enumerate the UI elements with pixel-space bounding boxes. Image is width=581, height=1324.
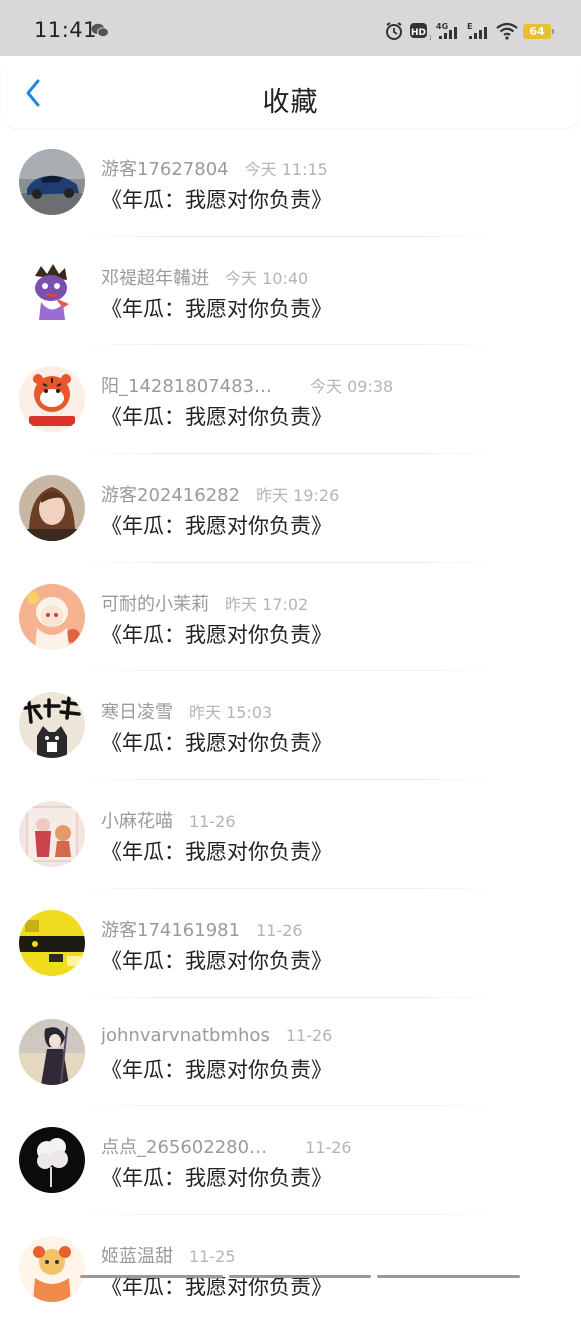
item-meta: 阳_14281807483… 今天 09:38 [101,372,393,398]
colorful-cartoon-avatar[interactable] [19,1235,85,1302]
list-item[interactable]: 点点_265602280… 11-26 《年瓜：我愿对你负责》 [0,1106,581,1215]
wifi-icon [496,22,518,40]
item-title[interactable]: 《年瓜：我愿对你负责》 [101,184,332,214]
item-title[interactable]: 《年瓜：我愿对你负责》 [101,1162,332,1192]
item-meta: 姬蓝温甜 11-25 [101,1242,236,1268]
status-icons: HD 1 4G E 64 [384,20,554,42]
list-item[interactable]: 可耐的小茉莉 昨天 17:02 《年瓜：我愿对你负责》 [0,563,581,672]
battery-level: 64 [529,24,545,38]
item-title[interactable]: 《年瓜：我愿对你负责》 [101,945,332,975]
battery-icon: 64 [523,23,554,39]
item-title[interactable]: 《年瓜：我愿对你负责》 [101,619,332,649]
yellow-scene-avatar[interactable] [19,909,85,976]
status-bar: 11:41 HD 1 4G E 64 [0,0,581,56]
list-item[interactable]: 游客174161981 11-26 《年瓜：我愿对你负责》 [0,889,581,998]
username[interactable]: 点点_265602280… [101,1133,267,1159]
hd-icon: HD 1 [409,21,431,41]
timestamp: 11-26 [305,1138,352,1158]
item-meta: 寒日凌雪 昨天 15:03 [101,698,272,724]
gesture-bar [80,1275,521,1278]
cartoon-monster-avatar[interactable] [19,257,85,324]
cat-calligraphy-avatar[interactable] [19,692,85,759]
username[interactable]: 游客202416282 [101,481,240,507]
svg-text:E: E [467,22,472,31]
username[interactable]: johnvarvnatbmhos [101,1025,270,1046]
username[interactable]: 姬蓝温甜 [101,1242,173,1268]
username[interactable]: 邓禔超年韛逬 [101,264,209,290]
gesture-bar-segment [228,1275,372,1278]
item-meta: 小麻花喵 11-26 [101,807,236,833]
anime-girl-avatar[interactable] [19,583,85,650]
car-avatar[interactable] [19,149,85,215]
item-title[interactable]: 《年瓜：我愿对你负责》 [101,510,332,540]
item-meta: 游客17627804 今天 11:15 [101,155,328,181]
item-title[interactable]: 《年瓜：我愿对你负责》 [101,836,332,866]
favorites-list: 游客17627804 今天 11:15 《年瓜：我愿对你负责》 邓禔超年韛逬 今… [0,128,581,1324]
list-item[interactable]: 姬蓝温甜 11-25 《年瓜：我愿对你负责》 [0,1215,581,1324]
timestamp: 11-26 [285,1025,333,1045]
username[interactable]: 游客174161981 [101,916,240,942]
signal-e-icon: E [467,21,491,41]
tiger-avatar[interactable] [19,366,85,433]
dark-anime-avatar[interactable] [19,1018,85,1085]
timestamp: 11-26 [189,812,236,832]
status-time: 11:41 [34,18,98,42]
white-cloud-avatar[interactable] [19,1127,85,1194]
timestamp: 昨天 15:03 [189,703,273,723]
username[interactable]: 阳_14281807483… [101,372,272,398]
timestamp: 11-26 [256,920,303,940]
item-meta: 可耐的小茉莉 昨天 17:02 [101,590,308,616]
svg-text:HD: HD [411,28,426,38]
item-meta: 邓禔超年韛逬 今天 10:40 [101,264,308,290]
timestamp: 昨天 17:02 [225,594,309,614]
list-item[interactable]: 游客202416282 昨天 19:26 《年瓜：我愿对你负责》 [0,454,581,563]
list-item[interactable]: 邓禔超年韛逬 今天 10:40 《年瓜：我愿对你负责》 [0,237,581,346]
list-item[interactable]: 游客17627804 今天 11:15 《年瓜：我愿对你负责》 [0,128,581,237]
username[interactable]: 游客17627804 [101,155,229,181]
page-title: 收藏 [262,87,319,118]
item-meta: 游客174161981 11-26 [101,916,303,942]
timestamp: 今天 09:38 [309,377,394,397]
item-title[interactable]: 《年瓜：我愿对你负责》 [101,1054,332,1084]
item-meta: 点点_265602280… 11-26 [101,1133,352,1159]
illustration-avatar[interactable] [19,801,85,868]
gesture-bar-segment [377,1275,521,1278]
timestamp: 11-25 [189,1246,236,1266]
svg-text:1: 1 [429,35,431,41]
list-item[interactable]: 寒日凌雪 昨天 15:03 《年瓜：我愿对你负责》 [0,671,581,781]
alarm-icon [384,21,404,41]
item-title[interactable]: 《年瓜：我愿对你负责》 [101,293,332,323]
wechat-icon [91,23,109,38]
gesture-bar-segment [80,1275,223,1278]
username[interactable]: 小麻花喵 [101,807,173,833]
header: 收藏 [2,56,579,128]
item-meta: 游客202416282 昨天 19:26 [101,481,339,507]
item-title[interactable]: 《年瓜：我愿对你负责》 [101,401,332,431]
list-item[interactable]: 阳_14281807483… 今天 09:38 《年瓜：我愿对你负责》 [0,345,581,455]
timestamp: 今天 11:15 [244,160,328,179]
item-title[interactable]: 《年瓜：我愿对你负责》 [101,727,332,757]
signal-4g-icon: 4G [436,21,462,41]
item-meta: johnvarvnatbmhos 11-26 [101,1025,332,1046]
username[interactable]: 可耐的小茉莉 [101,590,209,616]
list-item[interactable]: johnvarvnatbmhos 11-26 《年瓜：我愿对你负责》 [0,998,581,1107]
svg-text:4G: 4G [436,22,448,31]
girl-photo-avatar[interactable] [19,475,85,542]
list-item[interactable]: 小麻花喵 11-26 《年瓜：我愿对你负责》 [0,780,581,889]
timestamp: 昨天 19:26 [256,486,340,506]
timestamp: 今天 10:40 [225,268,309,288]
username[interactable]: 寒日凌雪 [101,698,173,724]
